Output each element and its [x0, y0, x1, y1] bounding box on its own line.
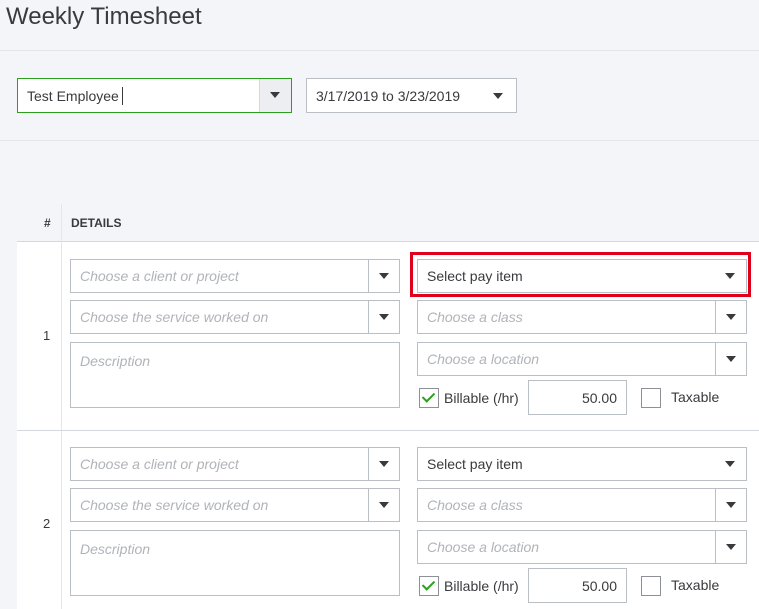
location-select[interactable]: Choose a location: [417, 342, 747, 376]
chevron-down-icon: [726, 356, 736, 362]
class-select[interactable]: Choose a class: [417, 488, 747, 522]
service-select[interactable]: Choose the service worked on: [70, 300, 400, 334]
taxable-label: Taxable: [671, 577, 720, 593]
client-project-placeholder: Choose a client or project: [80, 268, 239, 284]
client-project-select[interactable]: Choose a client or project: [70, 447, 400, 481]
class-placeholder: Choose a class: [427, 497, 523, 513]
column-header-number: #: [44, 216, 51, 230]
header-divider: [0, 50, 759, 51]
client-project-placeholder: Choose a client or project: [80, 456, 239, 472]
description-placeholder: Description: [80, 541, 151, 557]
service-select[interactable]: Choose the service worked on: [70, 488, 400, 522]
client-dropdown-button[interactable]: [368, 260, 399, 292]
date-range-value: 3/17/2019 to 3/23/2019: [316, 88, 461, 104]
column-header-details: DETAILS: [71, 216, 122, 230]
filter-divider: [0, 140, 759, 141]
page-title: Weekly Timesheet: [6, 3, 202, 30]
chevron-down-icon: [379, 273, 389, 279]
pay-item-select[interactable]: Select pay item: [417, 447, 747, 481]
row-number: 1: [43, 328, 51, 343]
service-placeholder: Choose the service worked on: [80, 497, 269, 513]
location-placeholder: Choose a location: [427, 351, 540, 367]
class-dropdown-button[interactable]: [715, 301, 746, 333]
text-cursor: [122, 87, 123, 105]
chevron-down-icon: [726, 314, 736, 320]
chevron-down-icon: [726, 544, 736, 550]
client-dropdown-button[interactable]: [368, 448, 399, 480]
chevron-down-icon: [726, 502, 736, 508]
taxable-label: Taxable: [671, 389, 720, 405]
location-dropdown-button[interactable]: [715, 531, 746, 563]
class-select[interactable]: Choose a class: [417, 300, 747, 334]
taxable-checkbox[interactable]: [641, 576, 661, 596]
client-project-select[interactable]: Choose a client or project: [70, 259, 400, 293]
billable-label: Billable (/hr): [444, 578, 519, 594]
service-dropdown-button[interactable]: [368, 489, 399, 521]
chevron-down-icon: [379, 461, 389, 467]
pay-item-dropdown-button[interactable]: [715, 448, 746, 480]
billable-checkbox[interactable]: [419, 576, 439, 596]
chevron-down-icon: [725, 461, 735, 467]
date-range-select[interactable]: 3/17/2019 to 3/23/2019: [306, 78, 517, 113]
chevron-down-icon: [379, 314, 389, 320]
hourly-rate-value: 50.00: [581, 578, 617, 594]
class-dropdown-button[interactable]: [715, 489, 746, 521]
description-placeholder: Description: [80, 353, 151, 369]
employee-select-value: Test Employee: [27, 88, 119, 104]
pay-item-highlight-box: [410, 252, 751, 297]
table-header: # DETAILS: [17, 204, 759, 242]
location-select[interactable]: Choose a location: [417, 530, 747, 564]
billable-label: Billable (/hr): [444, 390, 519, 406]
checkmark-icon: [421, 577, 436, 591]
row-number: 2: [43, 516, 51, 531]
chevron-down-icon: [493, 93, 503, 99]
billable-checkbox[interactable]: [419, 388, 439, 408]
class-placeholder: Choose a class: [427, 309, 523, 325]
employee-dropdown-button[interactable]: [259, 79, 291, 112]
employee-select[interactable]: Test Employee: [17, 78, 292, 113]
hourly-rate-input[interactable]: 50.00: [528, 380, 627, 415]
hourly-rate-input[interactable]: 50.00: [528, 568, 627, 603]
description-textarea[interactable]: Description: [70, 530, 400, 596]
checkmark-icon: [421, 389, 436, 403]
chevron-down-icon: [270, 92, 280, 98]
chevron-down-icon: [379, 502, 389, 508]
description-textarea[interactable]: Description: [70, 342, 400, 408]
column-divider: [61, 204, 62, 609]
location-dropdown-button[interactable]: [715, 343, 746, 375]
row-divider: [17, 430, 759, 431]
taxable-checkbox[interactable]: [641, 388, 661, 408]
service-placeholder: Choose the service worked on: [80, 309, 269, 325]
service-dropdown-button[interactable]: [368, 301, 399, 333]
hourly-rate-value: 50.00: [581, 390, 617, 406]
pay-item-value: Select pay item: [427, 456, 523, 472]
location-placeholder: Choose a location: [427, 539, 540, 555]
